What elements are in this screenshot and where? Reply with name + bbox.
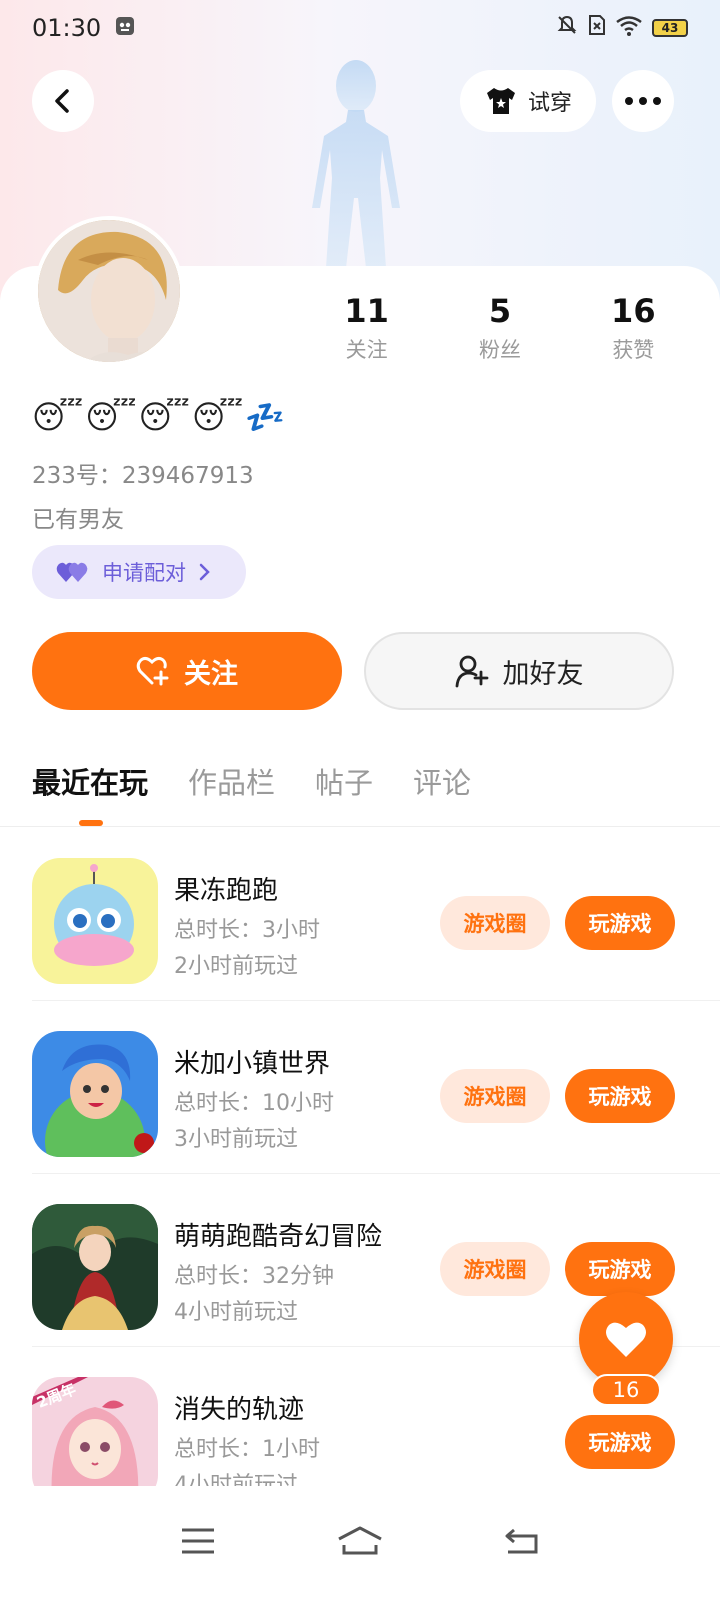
no-sim-icon [588, 14, 606, 42]
wifi-icon [616, 14, 642, 42]
game-icon-vanished-trail: 2周年 [32, 1377, 158, 1486]
follow-button[interactable]: 关注 [32, 632, 342, 710]
game-circle-button[interactable]: 游戏圈 [440, 1242, 550, 1296]
like-button[interactable] [579, 1292, 673, 1386]
stat-label: 关注 [345, 338, 388, 362]
follow-label: 关注 [184, 658, 238, 690]
request-pair-label: 申请配对 [102, 561, 186, 585]
profile-avatar[interactable] [34, 216, 184, 366]
shirt-icon [486, 88, 515, 114]
game-total-duration: 总时长：32分钟 [174, 1264, 334, 1289]
game-circle-button[interactable]: 游戏圈 [440, 896, 550, 950]
home-icon[interactable] [336, 1525, 384, 1561]
request-pair-button[interactable]: 申请配对 [32, 545, 246, 599]
tab-posts[interactable]: 帖子 [315, 760, 373, 802]
game-total-duration: 总时长：10小时 [174, 1091, 334, 1116]
heart-plus-icon [136, 656, 169, 686]
profile-uid: 233号：239467913 [32, 463, 254, 489]
game-list-item[interactable]: 米加小镇世界 总时长：10小时 3小时前玩过 游戏圈 玩游戏 [0, 1001, 720, 1174]
back-nav-icon[interactable] [504, 1526, 540, 1560]
avatar-hologram-figure [312, 60, 400, 268]
tab-comments[interactable]: 评论 [413, 760, 471, 802]
back-button[interactable] [32, 70, 94, 132]
profile-stats: 11 关注 5 粉丝 16 获赞 [300, 292, 700, 364]
stat-fans[interactable]: 5 粉丝 [440, 292, 560, 364]
add-person-icon [455, 655, 488, 688]
stat-likes[interactable]: 16 获赞 [573, 292, 693, 364]
game-title: 果冻跑跑 [174, 876, 279, 906]
try-on-label: 试穿 [527, 91, 572, 116]
game-total-duration: 总时长：3小时 [174, 918, 320, 943]
game-icon-miga-town [32, 1031, 158, 1157]
system-navigation-bar [0, 1486, 720, 1600]
stat-label: 获赞 [612, 338, 655, 362]
add-friend-label: 加好友 [502, 658, 584, 690]
profile-tabs: 最近在玩 作品栏 帖子 评论 [32, 760, 471, 802]
game-last-played: 4小时前玩过 [174, 1300, 298, 1325]
heart-icon [606, 1322, 646, 1357]
stat-following[interactable]: 11 关注 [307, 292, 427, 364]
play-game-button[interactable]: 玩游戏 [565, 1069, 675, 1123]
stat-number: 16 [611, 292, 656, 330]
game-icon-cute-parkour [32, 1204, 158, 1330]
chevron-left-icon [55, 89, 69, 113]
battery-indicator: 43 [652, 19, 688, 37]
stat-label: 粉丝 [478, 338, 521, 362]
game-list-item[interactable]: 果冻跑跑 总时长：3小时 2小时前玩过 游戏圈 玩游戏 [0, 828, 720, 1001]
game-title: 消失的轨迹 [174, 1395, 305, 1425]
more-dots-icon [625, 97, 661, 105]
double-heart-icon [56, 562, 88, 582]
tab-divider [0, 826, 720, 827]
game-last-played: 4小时前玩过 [174, 1473, 298, 1486]
game-total-duration: 总时长：1小时 [174, 1437, 320, 1462]
game-last-played: 3小时前玩过 [174, 1127, 298, 1152]
game-title: 萌萌跑酷奇幻冒险 [174, 1222, 383, 1252]
play-game-button[interactable]: 玩游戏 [565, 896, 675, 950]
notification-app-icon [115, 14, 135, 42]
stat-number: 11 [344, 292, 389, 330]
mute-bell-icon [556, 14, 578, 42]
try-on-button[interactable]: 试穿 [460, 70, 596, 132]
game-icon-jelly-run [32, 858, 158, 984]
chevron-right-icon [199, 563, 210, 581]
like-count-badge: 16 [591, 1374, 661, 1406]
add-friend-button[interactable]: 加好友 [364, 632, 674, 710]
profile-emoji-line: 😴😴😴😴💤 [32, 398, 288, 436]
tab-works[interactable]: 作品栏 [188, 760, 275, 802]
menu-icon[interactable] [180, 1526, 216, 1560]
play-game-button[interactable]: 玩游戏 [565, 1415, 675, 1469]
game-circle-button[interactable]: 游戏圈 [440, 1069, 550, 1123]
status-bar: 01:30 43 [0, 0, 720, 56]
stat-number: 5 [488, 292, 512, 330]
game-last-played: 2小时前玩过 [174, 954, 298, 979]
more-options-button[interactable] [612, 70, 674, 132]
status-time: 01:30 [32, 14, 102, 42]
game-title: 米加小镇世界 [174, 1049, 331, 1079]
profile-bio: 已有男友 [32, 507, 124, 533]
tab-recently-played[interactable]: 最近在玩 [32, 760, 148, 802]
play-game-button[interactable]: 玩游戏 [565, 1242, 675, 1296]
